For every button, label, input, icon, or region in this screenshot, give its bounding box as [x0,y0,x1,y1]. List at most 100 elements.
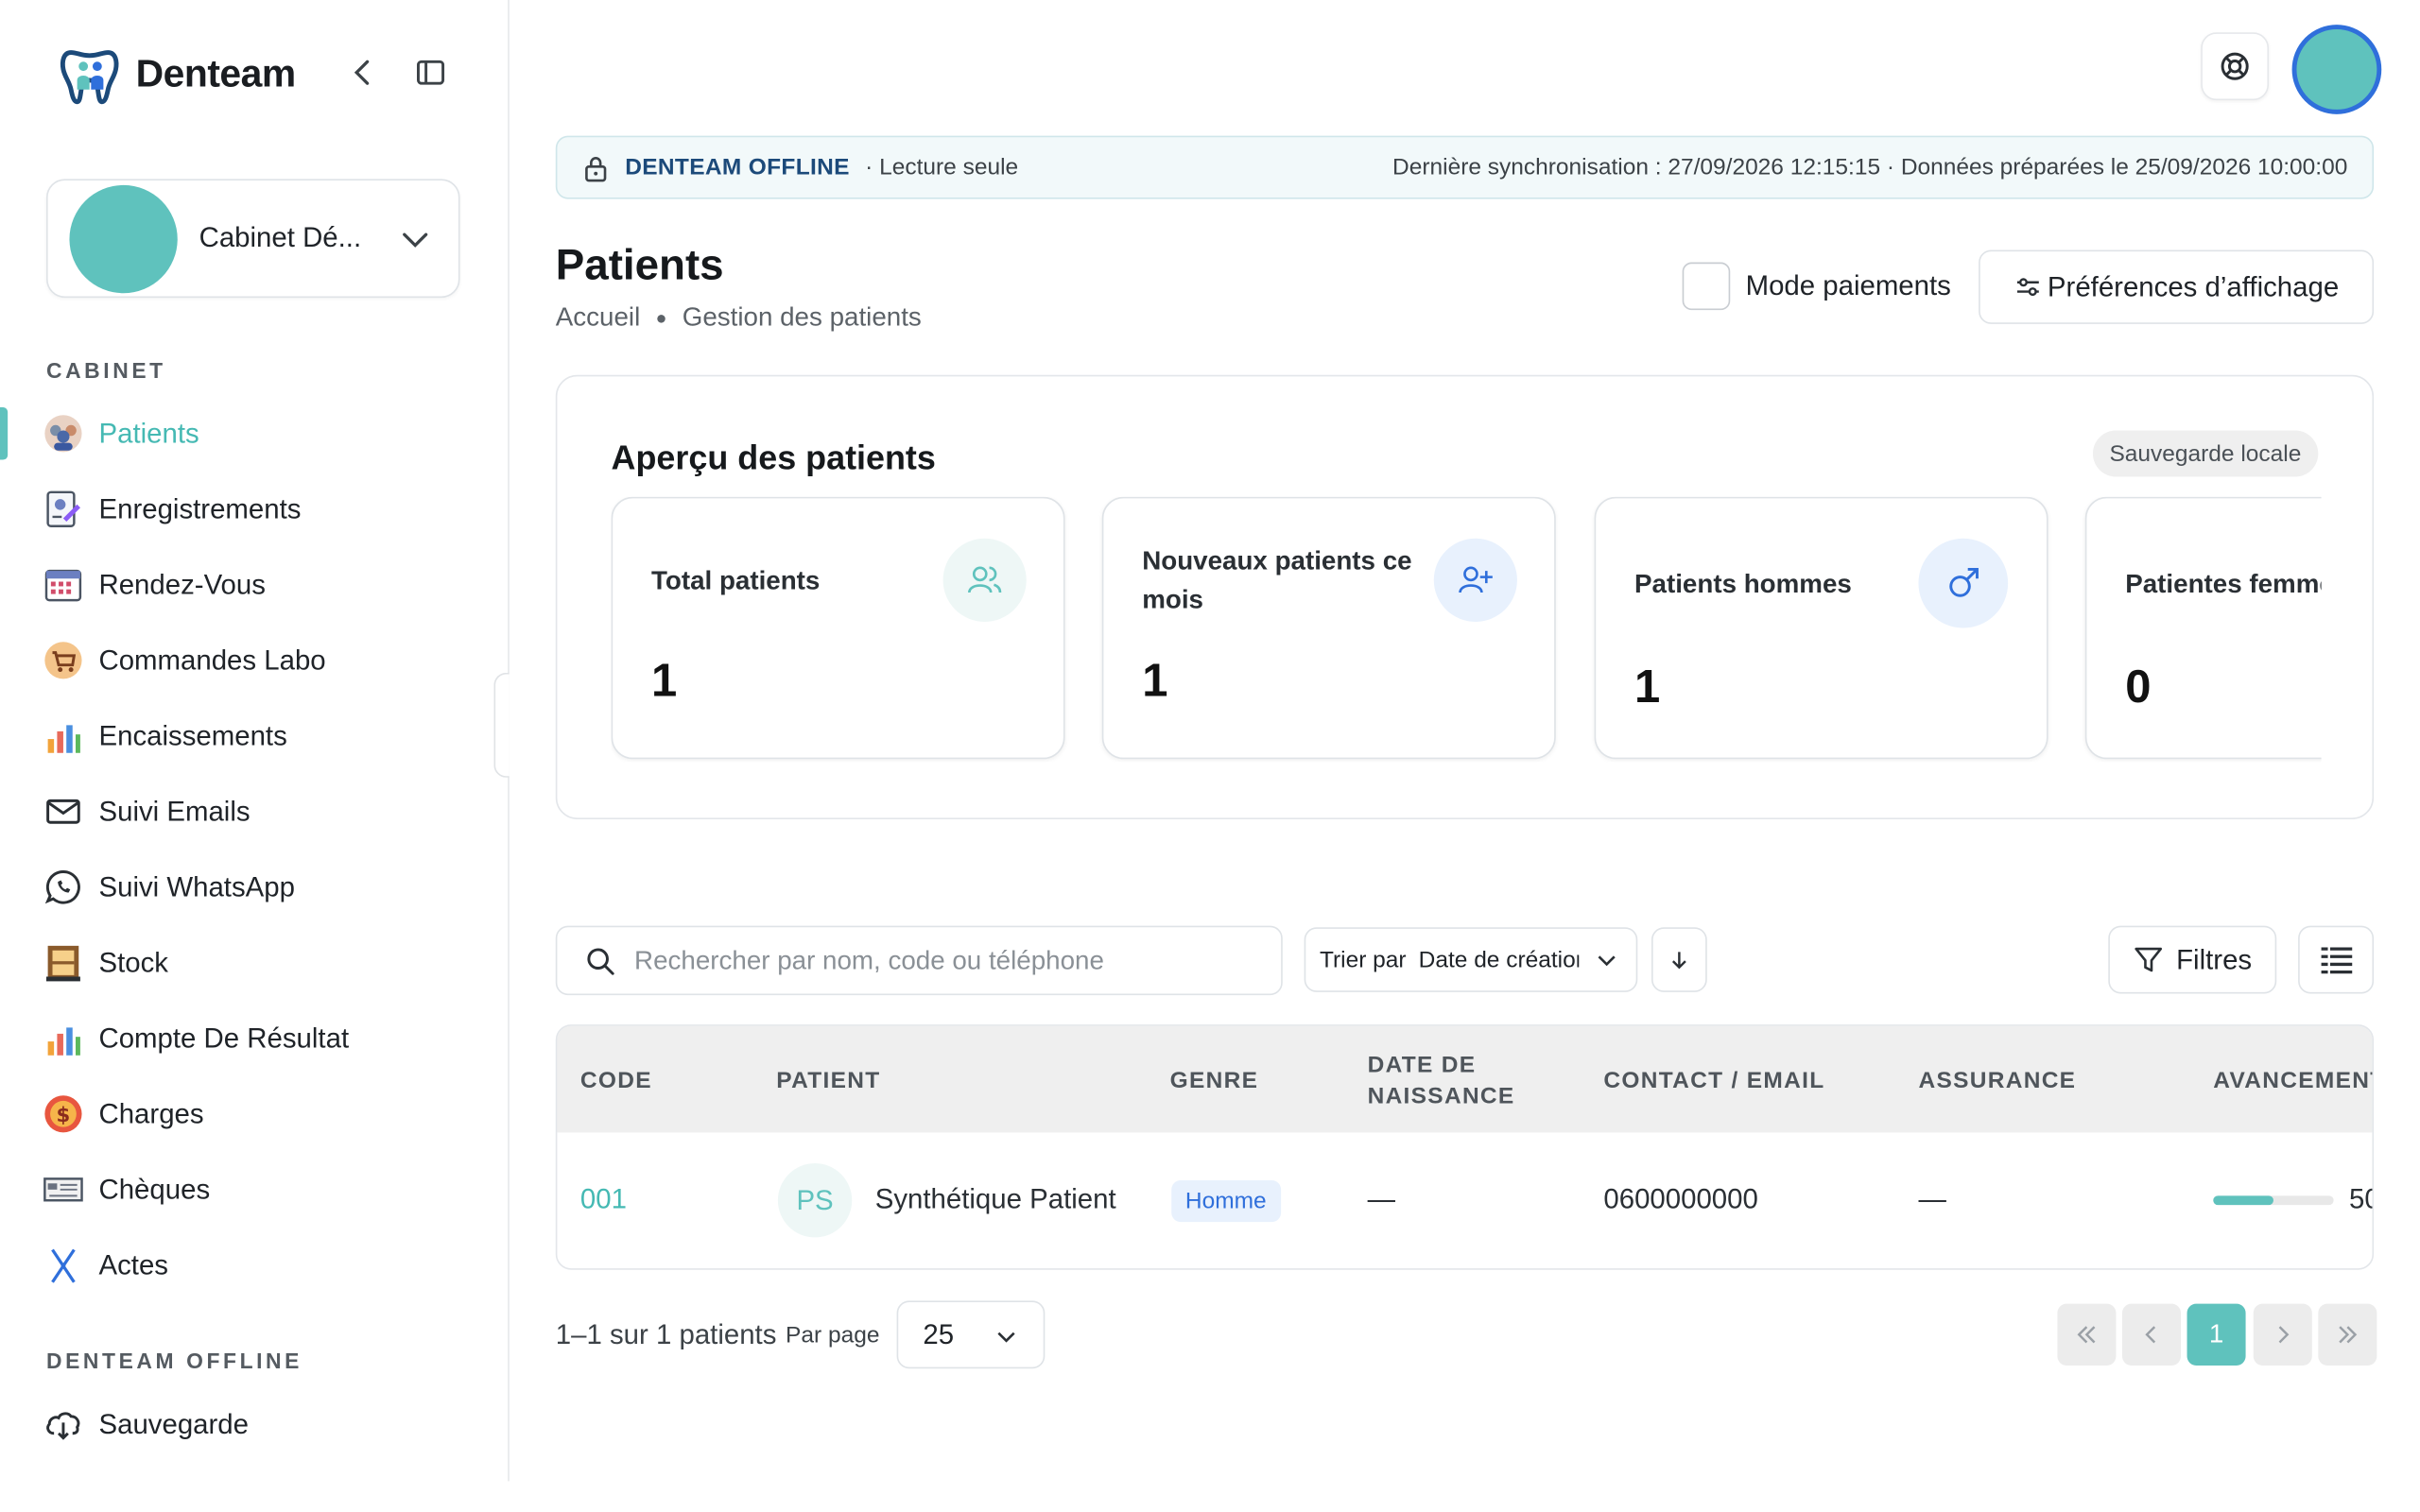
sidebar-item-label: Suivi WhatsApp [98,870,295,902]
sidebar-item-suivi-whatsapp[interactable]: Suivi WhatsApp [43,861,295,914]
stat-label: Patients hommes [1634,569,1852,599]
breadcrumb-current: Gestion des patients [682,302,922,333]
stat-value: 1 [650,655,678,707]
breadcrumb-home[interactable]: Accueil [556,302,640,334]
sidebar-item-label: Actes [98,1248,169,1280]
filters-label: Filtres [2176,943,2253,975]
mode-paiements-toggle[interactable]: Mode paiements [1682,262,1951,311]
svg-text:$: $ [57,1104,71,1127]
sidebar-item-charges[interactable]: $ Charges [43,1088,204,1141]
column-header-assurance[interactable]: ASSURANCE [1918,1066,2076,1097]
sidebar: Denteam Cabinet Dé... CABINET Patients E… [0,0,510,1482]
sidebar-item-encaissements[interactable]: Encaissements [43,710,287,763]
table-row[interactable]: 001 PS Synthétique Patient Homme — 06000… [557,1132,2372,1268]
cheque-icon [43,1170,83,1210]
stat-label: Total patients [650,566,821,596]
list-view-icon [2320,945,2352,975]
column-header-genre[interactable]: GENRE [1170,1066,1259,1097]
list-view-button[interactable] [2298,925,2375,994]
patients-table: CODE PATIENT GENRE DATE DE NAISSANCE CON… [555,1024,2375,1270]
patient-code-link[interactable]: 001 [580,1183,627,1215]
progress-bar [2213,1195,2334,1206]
support-button[interactable] [2201,32,2270,101]
arrow-down-icon [1671,952,1686,970]
chevron-left-icon[interactable] [346,56,380,90]
per-page-value: 25 [923,1318,955,1349]
sidebar-item-rendez-vous[interactable]: Rendez-Vous [43,558,266,611]
whatsapp-icon [43,868,83,907]
progress-fill [2213,1195,2273,1206]
sort-direction-button[interactable] [1651,927,1707,992]
sort-select[interactable]: Trier par Date de création [1304,927,1638,992]
stats-carousel[interactable]: Total patients 1 Nouveaux patients ce mo… [611,496,2322,763]
sidebar-item-compte-de-resultat[interactable]: Compte De Résultat [43,1012,349,1065]
sidebar-item-label: Enregistrements [98,492,302,524]
local-backup-badge: Sauvegarde locale [2092,430,2319,477]
tools-icon [43,1246,83,1285]
sidebar-item-suivi-emails[interactable]: Suivi Emails [43,785,251,838]
last-page-button[interactable] [2318,1303,2377,1366]
patient-insurance: — [1918,1183,1946,1214]
records-icon [43,490,83,529]
search-input[interactable] [634,945,1253,976]
filters-button[interactable]: Filtres [2108,925,2277,994]
page-title: Patients [555,240,724,289]
stat-value: 0 [2125,662,2152,713]
page-button-current[interactable]: 1 [2187,1303,2246,1366]
section-cabinet: CABINET [45,357,166,383]
sidebar-toggle-icon[interactable] [414,56,448,90]
column-header-code[interactable]: CODE [580,1066,652,1097]
patients-overview: Aperçu des patients Sauvegarde locale To… [555,374,2375,819]
progress-label: 50% [2348,1183,2372,1214]
sidebar-item-enregistrements[interactable]: Enregistrements [43,483,302,536]
banner-mode: · Lecture seule [865,154,1019,181]
clinic-selector[interactable]: Cabinet Dé... [45,179,460,299]
stat-card-total: Total patients 1 [611,496,1065,760]
per-page-select[interactable]: 25 [896,1300,1046,1369]
lock-icon [585,156,607,181]
sidebar-item-sauvegarde[interactable]: Sauvegarde [43,1398,249,1451]
sidebar-item-stock[interactable]: Stock [43,936,168,989]
stat-card-male: Patients hommes 1 [1594,496,2048,760]
lab-cart-icon [43,641,83,680]
sidebar-item-commandes-labo[interactable]: Commandes Labo [43,634,326,687]
next-page-button[interactable] [2253,1303,2312,1366]
mode-paiements-checkbox[interactable] [1682,262,1731,311]
table-header: CODE PATIENT GENRE DATE DE NAISSANCE CON… [557,1025,2373,1133]
column-header-patient[interactable]: PATIENT [776,1066,880,1097]
tooth-logo-icon [60,50,119,105]
column-header-birthdate[interactable]: DATE DE NAISSANCE [1368,1051,1538,1112]
display-preferences-label: Préférences d’affichage [2047,270,2340,302]
sidebar-item-label: Encaissements [98,719,287,751]
prev-page-button[interactable] [2121,1303,2182,1366]
user-plus-icon [1433,538,1517,622]
banner-title: DENTEAM OFFLINE [625,154,850,181]
chevron-down-icon [1598,955,1616,967]
stock-icon [43,943,83,983]
display-preferences-button[interactable]: Préférences d’affichage [1979,249,2375,324]
sidebar-resize-handle[interactable] [493,672,510,778]
patient-search[interactable] [555,925,1283,996]
sidebar-item-label: Suivi Emails [98,795,251,827]
sidebar-item-cheques[interactable]: Chèques [43,1163,210,1216]
patient-name[interactable]: Synthétique Patient [875,1183,1116,1215]
brand[interactable]: Denteam [59,43,296,105]
stat-label: Patientes femmes [2125,569,2321,599]
bar-chart-icon [43,1019,83,1058]
sidebar-item-patients[interactable]: Patients [43,407,199,460]
banner-sync-info: Dernière synchronisation : 27/09/2026 12… [1392,154,2348,181]
sidebar-item-label: Patients [98,417,199,449]
pagination-summary: 1–1 sur 1 patients [555,1318,777,1350]
sidebar-item-actes[interactable]: Actes [43,1239,168,1292]
bar-chart-icon [43,716,83,756]
user-avatar[interactable] [2291,25,2382,114]
overview-title: Aperçu des patients [611,438,936,477]
chevron-down-icon [403,232,428,248]
first-page-button[interactable] [2057,1303,2117,1366]
filter-icon [2135,947,2163,972]
sidebar-item-label: Commandes Labo [98,644,326,676]
sort-label: Trier par [1319,946,1407,973]
chevron-right-icon [2278,1326,2290,1344]
column-header-contact[interactable]: CONTACT / EMAIL [1603,1066,1824,1097]
column-header-avancement[interactable]: AVANCEMENT [2213,1066,2372,1097]
